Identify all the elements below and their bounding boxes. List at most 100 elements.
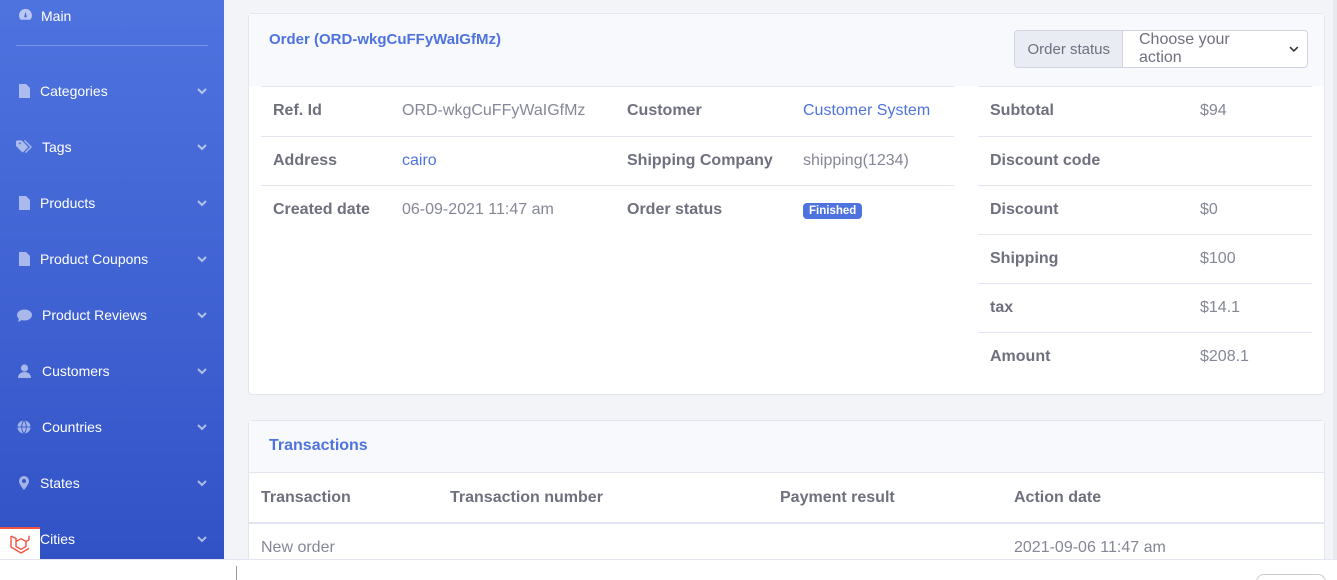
shipping-company-label: Shipping Company	[615, 136, 791, 186]
chevron-down-icon	[197, 368, 207, 375]
order-totals: Subtotal $94 Discount code Discount $0 S…	[978, 86, 1312, 381]
amount-value: $208.1	[1200, 347, 1249, 365]
shipping-company-value: shipping(1234)	[791, 136, 954, 186]
sidebar-item-states[interactable]: States	[16, 471, 208, 495]
debug-bar	[0, 559, 1337, 580]
ref-id-label: Ref. Id	[261, 87, 390, 137]
order-card: Order (ORD-wkgCuFFyWaIGfMz) Order status…	[248, 13, 1325, 395]
subtotal-value: $94	[1188, 87, 1312, 137]
sidebar-item-label: Products	[40, 195, 96, 211]
transactions-table: Transaction Transaction number Payment r…	[249, 473, 1324, 571]
table-row: Subtotal $94	[978, 87, 1312, 137]
globe-icon	[16, 420, 32, 434]
tags-icon	[16, 140, 32, 154]
address-link[interactable]: cairo	[402, 152, 437, 169]
transactions-title: Transactions	[269, 437, 368, 454]
sidebar-item-label: Tags	[42, 139, 72, 155]
chevron-down-icon	[197, 144, 207, 151]
sidebar: Main Categories Tags Products Product Co…	[0, 0, 224, 580]
chevron-down-icon	[1289, 46, 1299, 53]
subtotal-label: Subtotal	[978, 87, 1188, 137]
tax-label: tax	[978, 283, 1188, 333]
ref-id-value: ORD-wkgCuFFyWaIGfMz	[390, 87, 615, 137]
table-row: Discount $0	[978, 185, 1312, 235]
sidebar-item-main[interactable]: Main	[18, 8, 71, 24]
order-action-select[interactable]: Choose your action	[1123, 31, 1307, 67]
sidebar-item-label: Customers	[42, 363, 110, 379]
sidebar-item-label: Product Coupons	[40, 251, 149, 267]
sidebar-item-categories[interactable]: Categories	[16, 79, 208, 103]
discount-code-value	[1188, 136, 1312, 186]
order-status-row-label: Order status	[627, 200, 723, 218]
chevron-down-icon	[197, 424, 207, 431]
table-row: Discount code	[978, 136, 1312, 186]
transactions-card: Transactions Transaction Transaction num…	[248, 420, 1325, 580]
chevron-down-icon	[197, 480, 207, 487]
order-totals-table: Subtotal $94 Discount code Discount $0 S…	[978, 87, 1312, 381]
user-icon	[16, 364, 32, 378]
table-row: Ref. Id ORD-wkgCuFFyWaIGfMz Customer Cus…	[261, 87, 954, 137]
sidebar-item-label: Cities	[40, 531, 76, 547]
laravel-logo-icon	[10, 535, 30, 554]
order-title: Order (ORD-wkgCuFFyWaIGfMz)	[269, 31, 501, 48]
status-badge: Finished	[803, 202, 863, 219]
page-scrollbar[interactable]	[1333, 0, 1337, 559]
created-date-label: Created date	[273, 200, 370, 218]
shipping-label: Shipping	[978, 234, 1188, 284]
sidebar-item-cities[interactable]: Cities	[16, 527, 208, 551]
tax-value: $14.1	[1188, 283, 1312, 333]
table-row: Amount $208.1	[978, 332, 1312, 381]
sidebar-item-products[interactable]: Products	[16, 191, 208, 215]
order-card-header: Order (ORD-wkgCuFFyWaIGfMz) Order status…	[249, 14, 1324, 86]
customer-label: Customer	[615, 87, 791, 137]
sidebar-item-product-reviews[interactable]: Product Reviews	[16, 303, 208, 327]
transactions-header: Transactions	[249, 421, 1324, 473]
amount-label: Amount	[990, 347, 1051, 365]
column-header: Action date	[1002, 473, 1324, 524]
shipping-value: $100	[1188, 234, 1312, 284]
dashboard-icon	[18, 8, 33, 24]
discount-code-label: Discount code	[978, 136, 1188, 186]
sidebar-item-product-coupons[interactable]: Product Coupons	[16, 247, 208, 271]
order-action-select-value: Choose your action	[1139, 31, 1230, 66]
sidebar-item-label: States	[40, 475, 80, 491]
column-header: Transaction	[249, 473, 438, 524]
sidebar-item-customers[interactable]: Customers	[16, 359, 208, 383]
order-details-table: Ref. Id ORD-wkgCuFFyWaIGfMz Customer Cus…	[261, 87, 954, 234]
sidebar-item-tags[interactable]: Tags	[16, 135, 208, 159]
sidebar-item-countries[interactable]: Countries	[16, 415, 208, 439]
column-header: Payment result	[768, 473, 1002, 524]
sidebar-item-label: Product Reviews	[42, 307, 148, 323]
chevron-down-icon	[197, 256, 207, 263]
sidebar-item-label: Categories	[40, 83, 108, 99]
sidebar-item-label: Main	[41, 8, 72, 24]
file-icon	[16, 84, 32, 98]
order-details: Ref. Id ORD-wkgCuFFyWaIGfMz Customer Cus…	[261, 86, 954, 234]
laravel-debugbar-button[interactable]	[0, 527, 40, 559]
chevron-down-icon	[197, 200, 207, 207]
sidebar-item-label: Countries	[42, 419, 102, 435]
created-date-value: 06-09-2021 11:47 am	[402, 200, 554, 218]
table-row: Created date 06-09-2021 11:47 am Order s…	[261, 185, 954, 234]
customer-link[interactable]: Customer System	[803, 102, 930, 119]
map-marker-icon	[16, 476, 32, 490]
debug-bar-toggle[interactable]	[1256, 574, 1326, 580]
debug-bar-separator	[236, 566, 237, 580]
table-row: tax $14.1	[978, 283, 1312, 333]
order-status-control: Order status Choose your action	[1014, 30, 1308, 68]
discount-value: $0	[1188, 185, 1312, 235]
comment-icon	[16, 309, 32, 322]
file-icon	[16, 252, 32, 266]
chevron-down-icon	[197, 536, 207, 543]
order-status-label: Order status	[1015, 31, 1123, 67]
table-row: Address cairo Shipping Company shipping(…	[261, 136, 954, 186]
table-row: Shipping $100	[978, 234, 1312, 284]
table-header-row: Transaction Transaction number Payment r…	[249, 473, 1324, 524]
discount-label: Discount	[978, 185, 1188, 235]
sidebar-divider	[16, 45, 208, 46]
chevron-down-icon	[197, 88, 207, 95]
file-icon	[16, 196, 32, 210]
address-label: Address	[261, 136, 390, 186]
chevron-down-icon	[197, 312, 207, 319]
column-header: Transaction number	[438, 473, 768, 524]
